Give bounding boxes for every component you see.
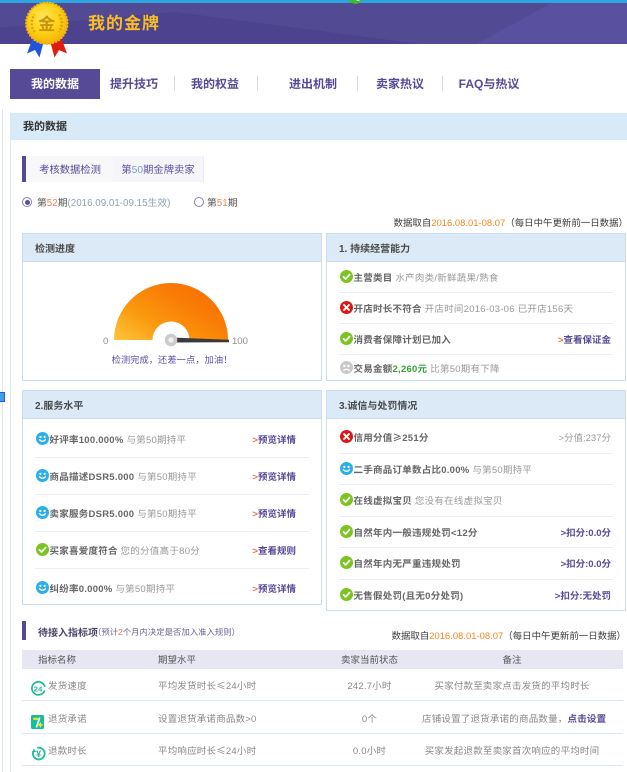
svg-text:¥: ¥: [36, 749, 41, 759]
svg-text:24: 24: [34, 684, 43, 693]
svg-text:金: 金: [38, 10, 55, 35]
